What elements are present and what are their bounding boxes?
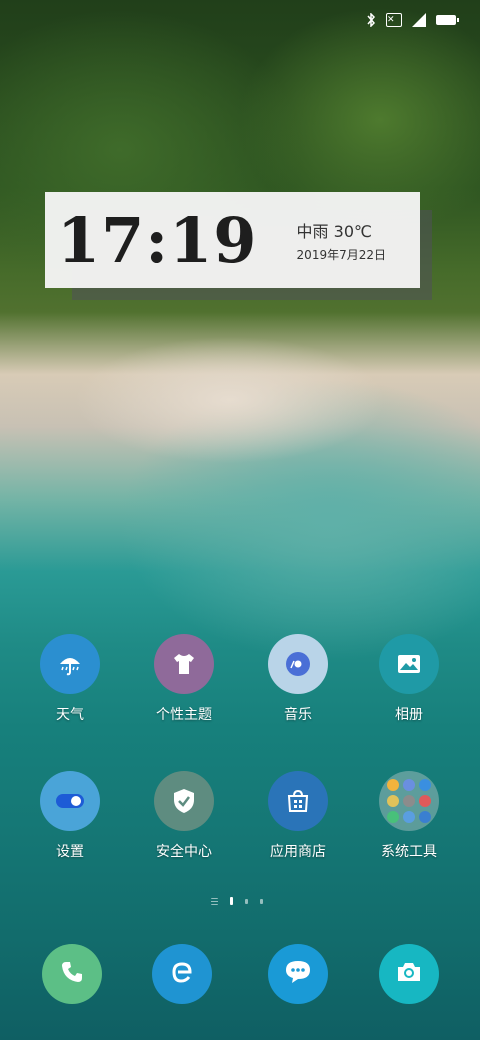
page-dot-menu bbox=[211, 897, 218, 905]
app-settings[interactable]: 设置 bbox=[20, 771, 120, 861]
page-dot bbox=[260, 898, 263, 904]
dock-phone-button[interactable] bbox=[42, 944, 102, 1004]
app-label: 系统工具 bbox=[381, 844, 437, 860]
app-music[interactable]: 音乐 bbox=[248, 634, 348, 724]
app-label: 安全中心 bbox=[156, 844, 212, 860]
tshirt-icon bbox=[154, 634, 214, 694]
app-label: 个性主题 bbox=[156, 707, 212, 723]
date-text: 2019年7月22日 bbox=[296, 247, 386, 262]
browser-e-icon bbox=[169, 959, 195, 989]
app-folder-system-tools[interactable]: 系统工具 bbox=[359, 771, 459, 861]
umbrella-icon bbox=[40, 634, 100, 694]
phone-icon bbox=[60, 960, 84, 988]
store-bag-icon bbox=[268, 771, 328, 831]
shield-check-icon bbox=[154, 771, 214, 831]
weather-info: 中雨 30℃ 2019年7月22日 bbox=[297, 218, 386, 263]
app-themes[interactable]: 个性主题 bbox=[134, 634, 234, 724]
folder-icon bbox=[379, 771, 439, 831]
dock-messages-button[interactable] bbox=[268, 944, 328, 1004]
battery-charging-icon bbox=[436, 15, 459, 25]
app-security-center[interactable]: 安全中心 bbox=[134, 771, 234, 861]
chat-bubble-icon bbox=[284, 959, 312, 989]
page-dot-active bbox=[230, 897, 233, 905]
weather-condition: 中雨 30℃ bbox=[296, 221, 372, 241]
app-label: 应用商店 bbox=[270, 844, 326, 860]
bluetooth-icon bbox=[366, 13, 376, 27]
app-label: 天气 bbox=[56, 707, 84, 723]
app-weather[interactable]: 天气 bbox=[20, 634, 120, 724]
camera-icon bbox=[396, 961, 422, 987]
signal-icon bbox=[412, 13, 426, 27]
page-dot bbox=[245, 898, 248, 904]
app-label: 音乐 bbox=[284, 707, 312, 723]
no-sim-icon: ✕ bbox=[386, 13, 402, 27]
app-gallery[interactable]: 相册 bbox=[359, 634, 459, 724]
dock-camera-button[interactable] bbox=[379, 944, 439, 1004]
page-indicator[interactable] bbox=[211, 897, 263, 905]
toggle-icon bbox=[40, 771, 100, 831]
image-icon bbox=[379, 634, 439, 694]
app-label: 设置 bbox=[56, 844, 84, 860]
app-store[interactable]: 应用商店 bbox=[248, 771, 348, 861]
app-label: 相册 bbox=[395, 707, 423, 723]
music-disc-icon bbox=[268, 634, 328, 694]
dock-browser-button[interactable] bbox=[152, 944, 212, 1004]
status-bar: ✕ bbox=[366, 10, 459, 30]
clock-time: 17:19 bbox=[57, 203, 258, 277]
clock-weather-widget[interactable]: 17:19 中雨 30℃ 2019年7月22日 bbox=[45, 192, 420, 288]
